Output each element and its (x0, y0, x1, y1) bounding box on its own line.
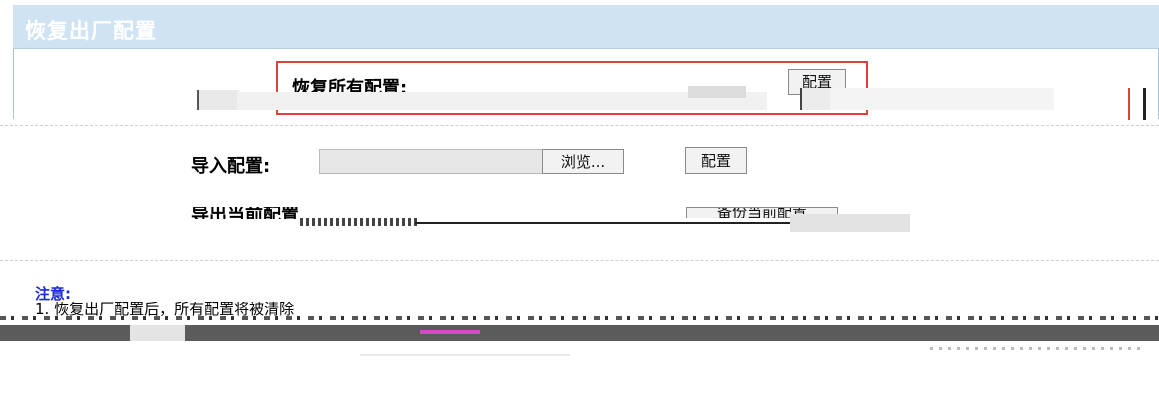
export-label-clip: 导出当前配置 (191, 207, 301, 219)
render-artifact (197, 90, 239, 110)
render-artifact (360, 354, 570, 356)
page-header: 恢复出厂配置 (13, 5, 1159, 49)
render-artifact (790, 214, 910, 232)
render-artifact (688, 86, 746, 98)
render-artifact (0, 316, 1159, 320)
browse-button[interactable]: 浏览... (542, 149, 624, 174)
render-artifact (1143, 88, 1146, 120)
import-config-label: 导入配置: (191, 156, 271, 177)
render-artifact (130, 325, 185, 341)
render-artifact (930, 347, 1145, 350)
export-config-label: 导出当前配置 (191, 207, 299, 219)
note-line-clip: 1. 恢复出厂配置后，所有配置将被清除 (35, 302, 515, 316)
render-artifact (300, 218, 420, 226)
render-artifact (800, 88, 832, 110)
import-config-button[interactable]: 配置 (685, 147, 747, 174)
page-title: 恢复出厂配置 (25, 19, 157, 43)
file-path-input[interactable] (319, 149, 543, 174)
render-artifact (420, 330, 480, 334)
render-artifact (1128, 88, 1130, 120)
note-line-1: 1. 恢复出厂配置后，所有配置将被清除 (35, 302, 295, 316)
render-artifact (415, 222, 795, 224)
section-divider (0, 260, 1159, 261)
note-title: 注意: (35, 285, 71, 303)
section-divider (0, 125, 1159, 126)
render-artifact (830, 88, 1054, 110)
